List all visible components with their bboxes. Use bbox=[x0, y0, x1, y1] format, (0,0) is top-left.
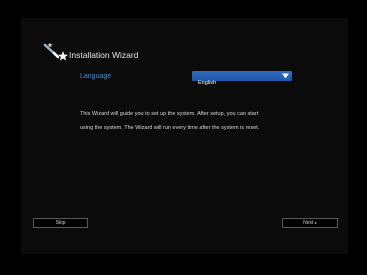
language-selected-value: English bbox=[198, 80, 217, 86]
next-arrow-icon: ▸ bbox=[314, 220, 317, 225]
magic-wand-icon bbox=[43, 42, 68, 61]
description-line-1: This Wizard will guide you to set up the… bbox=[80, 111, 259, 117]
next-button-label: Next bbox=[303, 220, 314, 226]
skip-button-label: Skip bbox=[55, 220, 66, 226]
wizard-title: Installation Wizard bbox=[69, 50, 139, 60]
next-button[interactable]: Next ▸ bbox=[282, 218, 338, 228]
skip-button[interactable]: Skip bbox=[33, 218, 88, 228]
dropdown-arrow-icon[interactable] bbox=[282, 73, 289, 79]
language-label: Language bbox=[80, 73, 112, 80]
description-line-2: using the system. The Wizard will run ev… bbox=[80, 125, 260, 131]
language-select[interactable]: English bbox=[192, 71, 292, 86]
